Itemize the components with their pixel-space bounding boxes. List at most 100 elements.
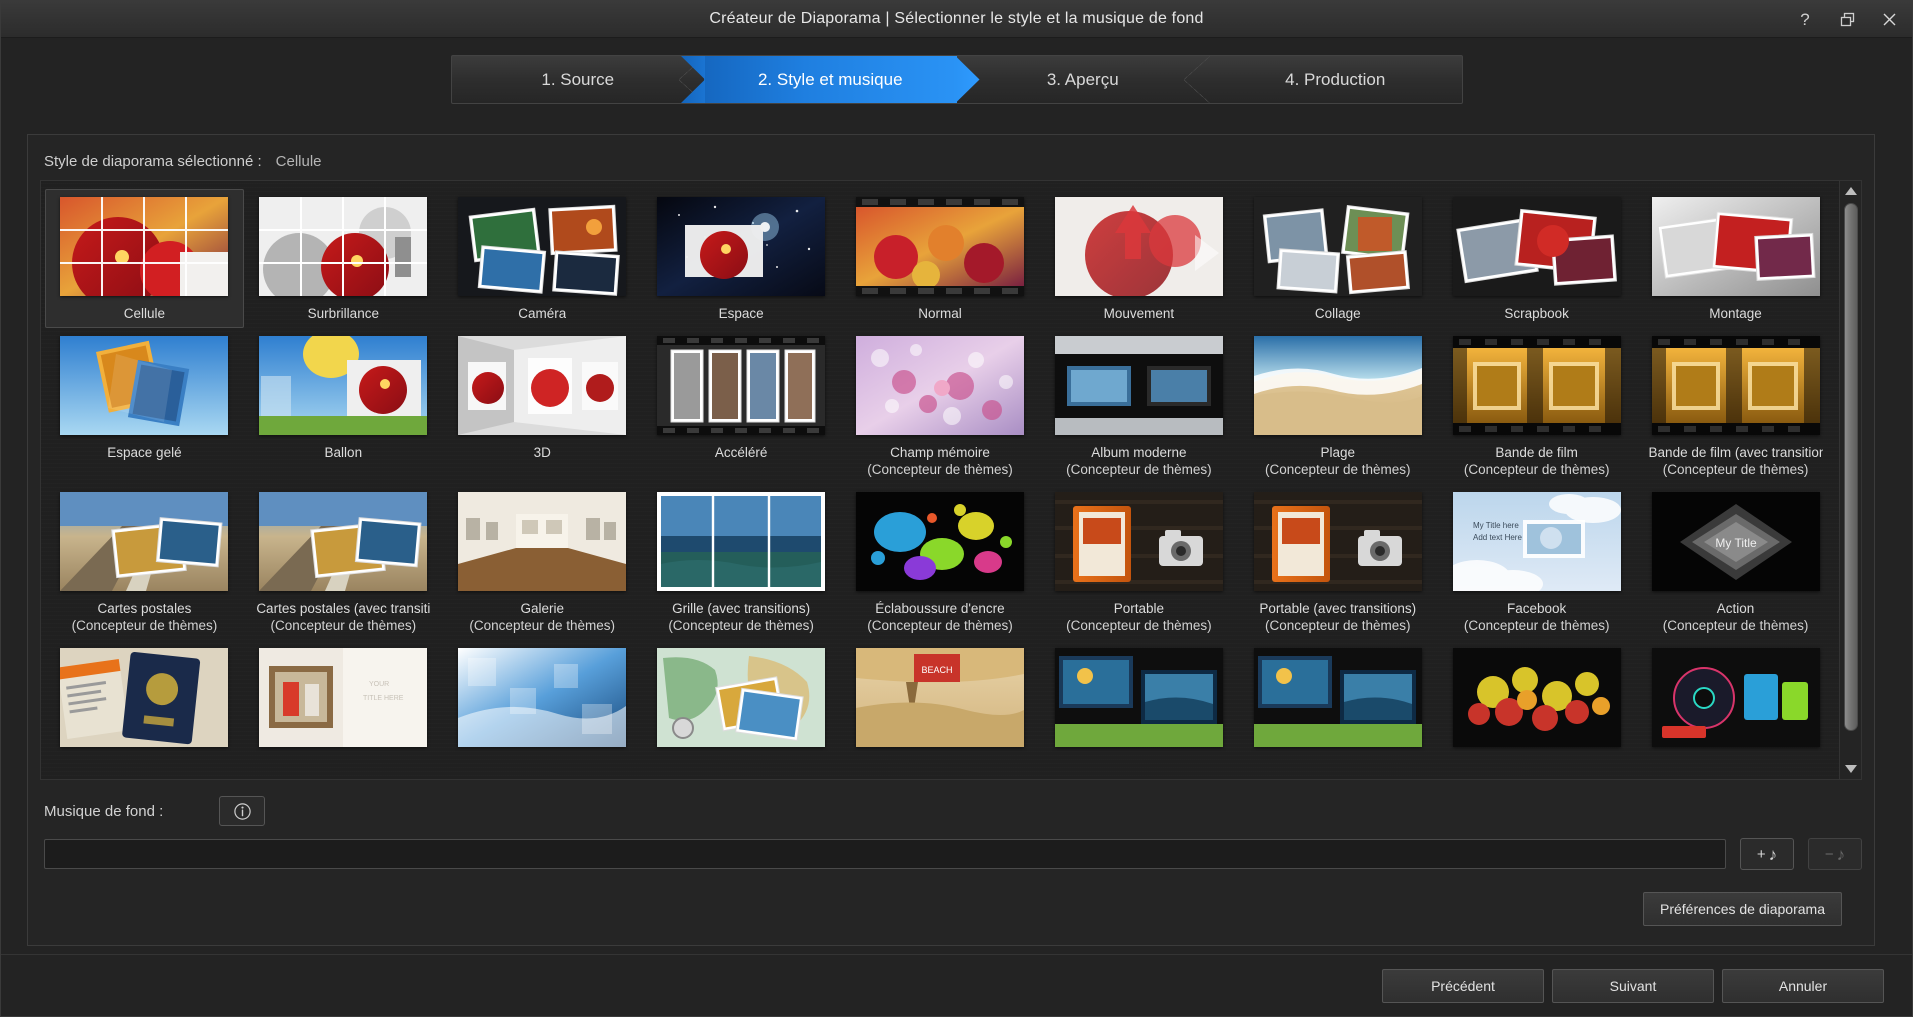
style-item-scrapbook[interactable]: Scrapbook bbox=[1437, 189, 1636, 328]
style-item-cartes-postales[interactable]: Cartes postales (Concepteur de thèmes) bbox=[45, 484, 244, 640]
style-item-35[interactable] bbox=[1636, 640, 1835, 753]
style-gallery-scrollbar[interactable] bbox=[1839, 181, 1861, 779]
style-thumbnail bbox=[657, 492, 826, 591]
style-name: Plage bbox=[1320, 445, 1356, 460]
style-item-34[interactable] bbox=[1437, 640, 1636, 753]
background-music-label: Musique de fond : bbox=[44, 802, 164, 820]
style-item-plage[interactable]: Plage (Concepteur de thèmes) bbox=[1238, 328, 1437, 484]
style-caption: Collage bbox=[1315, 305, 1361, 322]
style-item-cellule[interactable]: Cellule bbox=[45, 189, 244, 328]
step-4-production[interactable]: 4. Production bbox=[1209, 56, 1462, 103]
style-caption: Mouvement bbox=[1104, 305, 1175, 322]
window-controls: ? bbox=[1792, 1, 1902, 37]
cancel-button[interactable]: Annuler bbox=[1722, 968, 1884, 1003]
next-button[interactable]: Suivant bbox=[1552, 968, 1714, 1003]
style-thumbnail bbox=[1054, 197, 1223, 296]
style-item-acc-l-r[interactable]: Accéléré bbox=[642, 328, 841, 484]
style-gallery-scroll-area: Cellule Surbrillance Caméra Espace Norma… bbox=[41, 181, 1839, 779]
chevron-up-icon[interactable] bbox=[1840, 181, 1861, 201]
style-name: Normal bbox=[918, 306, 962, 321]
style-item-action[interactable]: My Title Action (Concepteur de thèmes) bbox=[1636, 484, 1835, 640]
style-caption: Bande de film (Concepteur de thèmes) bbox=[1464, 444, 1610, 478]
style-item-grille-avec-transitions[interactable]: Grille (avec transitions) (Concepteur de … bbox=[642, 484, 841, 640]
style-item-portable[interactable]: Portable (Concepteur de thèmes) bbox=[1039, 484, 1238, 640]
style-item-facebook[interactable]: My Title here Add text Here Facebook (Conc… bbox=[1437, 484, 1636, 640]
style-name: Bande de film (avec transitions) bbox=[1648, 445, 1823, 460]
style-thumbnail bbox=[1054, 336, 1223, 435]
style-item-portable-avec-transitions[interactable]: Portable (avec transitions) (Concepteur d… bbox=[1238, 484, 1437, 640]
wizard-steps: 1. Source 2. Style et musique 3. Aperçu … bbox=[450, 55, 1463, 104]
step-2-style-et-musique[interactable]: 2. Style et musique bbox=[704, 56, 957, 103]
scrollbar-thumb[interactable] bbox=[1844, 203, 1858, 731]
slideshow-preferences-button[interactable]: Préférences de diaporama bbox=[1643, 892, 1842, 926]
selected-style-label: Style de diaporama sélectionné : bbox=[44, 153, 262, 170]
style-item-28[interactable]: YOUR TITLE HERE bbox=[244, 640, 443, 753]
style-thumbnail bbox=[1054, 492, 1223, 591]
style-name: Mouvement bbox=[1103, 306, 1175, 321]
style-name: Champ mémoire bbox=[890, 445, 990, 460]
chevron-down-icon[interactable] bbox=[1840, 759, 1861, 779]
style-item-espace-gel[interactable]: Espace gelé bbox=[45, 328, 244, 484]
main-panel: Style de diaporama sélectionné : Cellule… bbox=[27, 134, 1875, 946]
scrollbar-track[interactable] bbox=[1840, 201, 1861, 759]
style-item-normal[interactable]: Normal bbox=[841, 189, 1040, 328]
style-thumbnail bbox=[657, 336, 826, 435]
background-music-input[interactable] bbox=[44, 839, 1726, 869]
style-caption: Bande de film (avec transitions) (Concept… bbox=[1649, 444, 1823, 478]
style-thumbnail bbox=[657, 197, 826, 296]
info-icon[interactable] bbox=[219, 796, 266, 826]
style-item-ballon[interactable]: Ballon bbox=[244, 328, 443, 484]
style-caption: Cartes postales (avec transitions) (Conce… bbox=[256, 600, 430, 634]
style-thumbnail bbox=[1452, 197, 1621, 296]
style-item-cam-ra[interactable]: Caméra bbox=[443, 189, 642, 328]
remove-music-button[interactable]: − ♪ bbox=[1808, 838, 1862, 870]
style-item-collage[interactable]: Collage bbox=[1238, 189, 1437, 328]
svg-text:My Title here: My Title here bbox=[1473, 521, 1519, 530]
style-item-album-moderne[interactable]: Album moderne (Concepteur de thèmes) bbox=[1039, 328, 1238, 484]
style-item-32[interactable] bbox=[1039, 640, 1238, 753]
style-item-30[interactable] bbox=[642, 640, 841, 753]
style-caption: Grille (avec transitions) (Concepteur de … bbox=[668, 600, 814, 634]
style-item-27[interactable] bbox=[45, 640, 244, 753]
style-item-33[interactable] bbox=[1238, 640, 1437, 753]
style-name: Ballon bbox=[324, 445, 363, 460]
style-subtitle: (Concepteur de thèmes) bbox=[1066, 462, 1212, 477]
style-item-galerie[interactable]: Galerie (Concepteur de thèmes) bbox=[443, 484, 642, 640]
style-thumbnail bbox=[1253, 492, 1422, 591]
slideshow-creator-window: Créateur de Diaporama | Sélectionner le … bbox=[0, 0, 1913, 1017]
style-item-cartes-postales-avec-transitions[interactable]: Cartes postales (avec transitions) (Conce… bbox=[244, 484, 443, 640]
help-icon[interactable]: ? bbox=[1792, 6, 1818, 32]
style-item-3d[interactable]: 3D bbox=[443, 328, 642, 484]
style-item-espace[interactable]: Espace bbox=[642, 189, 841, 328]
restore-window-icon[interactable] bbox=[1834, 6, 1860, 32]
window-title: Créateur de Diaporama | Sélectionner le … bbox=[709, 10, 1204, 27]
style-name: Facebook bbox=[1507, 601, 1567, 616]
style-caption: Éclaboussure d'encre (Concepteur de thème… bbox=[867, 600, 1013, 634]
background-music-row: Musique de fond : bbox=[44, 796, 1862, 826]
step-3-apercu[interactable]: 3. Aperçu bbox=[957, 56, 1210, 103]
style-caption: Normal bbox=[918, 305, 962, 322]
style-thumbnail bbox=[60, 648, 229, 747]
style-item-surbrillance[interactable]: Surbrillance bbox=[244, 189, 443, 328]
style-caption: Action (Concepteur de thèmes) bbox=[1663, 600, 1809, 634]
style-caption: Caméra bbox=[518, 305, 566, 322]
style-thumbnail: YOUR TITLE HERE bbox=[259, 648, 428, 747]
previous-button[interactable]: Précédent bbox=[1382, 968, 1544, 1003]
style-thumbnail bbox=[855, 197, 1024, 296]
style-thumbnail bbox=[60, 197, 229, 296]
wizard-step-bar: 1. Source 2. Style et musique 3. Aperçu … bbox=[1, 38, 1912, 117]
step-1-source[interactable]: 1. Source bbox=[452, 56, 705, 103]
style-name: Action bbox=[1716, 601, 1755, 616]
style-item-champ-m-moire[interactable]: Champ mémoire (Concepteur de thèmes) bbox=[841, 328, 1040, 484]
style-item-mouvement[interactable]: Mouvement bbox=[1039, 189, 1238, 328]
style-subtitle: (Concepteur de thèmes) bbox=[1463, 462, 1610, 477]
style-item-montage[interactable]: Montage bbox=[1636, 189, 1835, 328]
style-item-bande-de-film-avec-transitions[interactable]: Bande de film (avec transitions) (Concept… bbox=[1636, 328, 1835, 484]
add-music-button[interactable]: + ♪ bbox=[1740, 838, 1794, 870]
style-item-31[interactable]: BEACH bbox=[841, 640, 1040, 753]
style-item-claboussure-d-encre[interactable]: Éclaboussure d'encre (Concepteur de thème… bbox=[841, 484, 1040, 640]
dialog-footer: Précédent Suivant Annuler bbox=[1, 954, 1912, 1016]
style-item-29[interactable] bbox=[443, 640, 642, 753]
style-item-bande-de-film[interactable]: Bande de film (Concepteur de thèmes) bbox=[1437, 328, 1636, 484]
close-icon[interactable] bbox=[1876, 6, 1902, 32]
